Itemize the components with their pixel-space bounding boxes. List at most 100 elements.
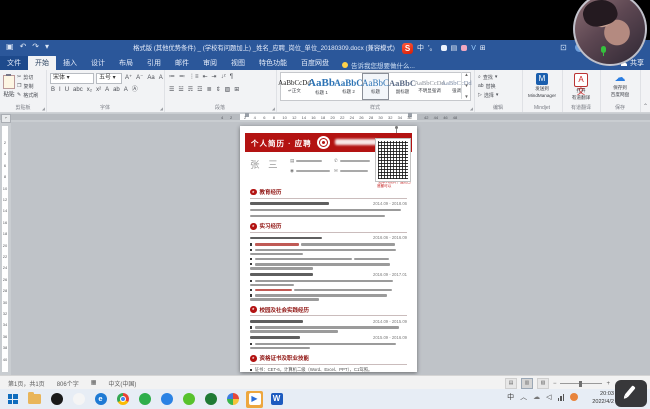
paragraph-button[interactable]: ⇕	[215, 86, 222, 95]
font-button[interactable]: Aa	[146, 74, 155, 83]
lang-zh-icon[interactable]: 中	[417, 43, 424, 53]
save-to-baidu-netdisk-button[interactable]: ☁ 保存到 百度网盘	[603, 73, 637, 98]
tab-references[interactable]: 引用	[140, 55, 168, 70]
paragraph-button[interactable]: ▨	[224, 86, 232, 95]
tim-icon[interactable]	[158, 391, 175, 408]
tab-layout[interactable]: 布局	[112, 55, 140, 70]
word-icon[interactable]: W	[268, 391, 285, 408]
tab-home[interactable]: 开始	[28, 55, 56, 70]
clock[interactable]: 20:03 2022/4/2	[592, 391, 614, 407]
scroll-up-icon[interactable]: ▲	[462, 72, 471, 77]
antivirus-icon[interactable]	[570, 393, 578, 401]
font-button[interactable]: A	[104, 86, 110, 95]
speaker-icon[interactable]: ◁	[546, 393, 551, 401]
translate-icon[interactable]: V	[471, 45, 476, 52]
tray-expand-caret[interactable]: ︿	[520, 392, 527, 402]
paragraph-button[interactable]: ≕	[178, 73, 186, 82]
input-indicator[interactable]: 中	[507, 392, 514, 402]
keyboard-icon[interactable]: ▤	[451, 44, 458, 52]
style-item[interactable]: AaBbC副标题	[389, 73, 416, 100]
format-painter-button[interactable]: ✎格式刷	[17, 91, 38, 99]
font-button[interactable]: A	[158, 74, 164, 83]
ribbon-display-options-icon[interactable]: ⊡	[560, 43, 567, 52]
paragraph-button[interactable]: ⊞	[233, 86, 240, 95]
dialog-launcher-icon[interactable]: ◢	[470, 106, 473, 111]
font-button[interactable]: x²	[95, 86, 102, 95]
paragraph-button[interactable]: ⋮≡	[188, 73, 200, 82]
tell-me-box[interactable]: 告诉我您想要做什么...	[342, 60, 415, 70]
proofing-icon[interactable]: ▦	[91, 379, 97, 388]
chrome-icon[interactable]	[114, 391, 131, 408]
style-item[interactable]: AaBbCcDd不明显强调	[416, 73, 443, 100]
grid-icon[interactable]: ⊞	[480, 44, 486, 52]
language-indicator[interactable]: 中文(中国)	[108, 379, 136, 388]
zoom-slider-thumb[interactable]	[579, 381, 582, 387]
paragraph-button[interactable]: ☰	[168, 86, 175, 95]
font-button[interactable]: A⁺	[124, 74, 133, 83]
class-app-icon[interactable]: ▶	[246, 391, 263, 408]
tab-design[interactable]: 设计	[84, 55, 112, 70]
font-button[interactable]: U	[64, 86, 70, 95]
tab-special-features[interactable]: 特色功能	[252, 55, 294, 70]
print-layout-icon[interactable]: ▥	[521, 378, 533, 389]
font-name-select[interactable]: 宋体 ▾	[50, 73, 94, 84]
font-button[interactable]: x₂	[86, 86, 93, 95]
select-button[interactable]: ▷选择▾	[478, 91, 498, 99]
tab-mailings[interactable]: 邮件	[168, 55, 196, 70]
tab-file[interactable]: 文件	[0, 55, 28, 70]
explorer-icon[interactable]	[26, 391, 43, 408]
font-button[interactable]: B	[50, 86, 56, 95]
paragraph-button[interactable]: ☴	[187, 86, 194, 95]
vertical-ruler[interactable]: 246810121416182022242628303234363840	[0, 122, 11, 375]
resume-page[interactable]: 个人简历 · 应聘 *贴本人照片，蓝底白底都可以 张 三 ▤✆◉✉ ★教育经历2…	[240, 126, 417, 372]
style-item[interactable]: AaBb标题 1	[308, 73, 335, 100]
dialog-launcher-icon[interactable]: ◢	[42, 106, 45, 111]
font-button[interactable]: Ⓐ	[131, 86, 139, 95]
zoom-out-icon[interactable]: −	[553, 381, 557, 387]
style-item[interactable]: AaBbCcDd↵正文	[281, 73, 308, 100]
paste-button[interactable]: 粘贴	[3, 75, 15, 98]
network-icon[interactable]	[558, 394, 565, 401]
document-canvas[interactable]: 个人简历 · 应聘 *贴本人照片，蓝底白底都可以 张 三 ▤✆◉✉ ★教育经历2…	[0, 122, 650, 375]
collapse-ribbon-icon[interactable]: ⌃	[643, 103, 648, 110]
wechat-icon[interactable]	[180, 391, 197, 408]
gallery-more-icon[interactable]: ▼	[462, 94, 471, 99]
undo-icon[interactable]: ↶	[20, 42, 27, 51]
style-item[interactable]: AaBbC标题	[362, 73, 389, 100]
open-youdao-button[interactable]: A文 打开 有道翻译	[565, 73, 597, 101]
word-count[interactable]: 806个字	[57, 379, 79, 388]
tab-insert[interactable]: 插入	[56, 55, 84, 70]
read-mode-icon[interactable]: ▤	[505, 378, 517, 389]
paragraph-button[interactable]: ⇤	[202, 73, 209, 82]
style-item[interactable]: AaBbC标题 2	[335, 73, 362, 100]
replace-button[interactable]: ab替换	[478, 82, 496, 90]
paragraph-button[interactable]: ☲	[196, 86, 203, 95]
punct-icon[interactable]: ’。	[428, 43, 437, 53]
font-button[interactable]: abc	[72, 86, 84, 95]
zoom-in-icon[interactable]: +	[606, 381, 610, 387]
redo-icon[interactable]: ↷	[32, 42, 39, 51]
qat-dropdown-icon[interactable]: ▾	[45, 42, 49, 51]
font-button[interactable]: A	[123, 86, 129, 95]
sogou-icon[interactable]	[70, 391, 87, 408]
tab-baidu-netdisk[interactable]: 百度网盘	[294, 55, 336, 70]
onedrive-icon[interactable]: ☁	[533, 393, 540, 401]
ie-icon[interactable]: e	[92, 391, 109, 408]
sogou-logo[interactable]: S	[402, 43, 413, 54]
dialog-launcher-icon[interactable]: ◢	[272, 106, 275, 111]
horizontal-ruler[interactable]: ⌐ 42246810121416182022242628303234364244…	[0, 112, 650, 122]
find-button[interactable]: ⌕查找▾	[478, 73, 497, 81]
send-to-mindmanager-button[interactable]: M 发送到 MindManager	[525, 73, 559, 98]
qq-icon[interactable]	[48, 391, 65, 408]
meeting-app-icon[interactable]	[224, 391, 241, 408]
paragraph-button[interactable]: ≔	[168, 73, 176, 82]
paragraph-button[interactable]: ¶	[229, 73, 234, 82]
web-layout-icon[interactable]: ▧	[537, 378, 549, 389]
person-icon[interactable]	[461, 45, 467, 51]
font-button[interactable]: A⁻	[135, 74, 144, 83]
cut-button[interactable]: ✂剪切	[17, 73, 38, 81]
paragraph-button[interactable]: ≣	[206, 86, 213, 95]
scroll-down-icon[interactable]: ▼	[462, 83, 471, 88]
green-app-icon[interactable]	[136, 391, 153, 408]
mic-icon[interactable]	[441, 45, 447, 51]
